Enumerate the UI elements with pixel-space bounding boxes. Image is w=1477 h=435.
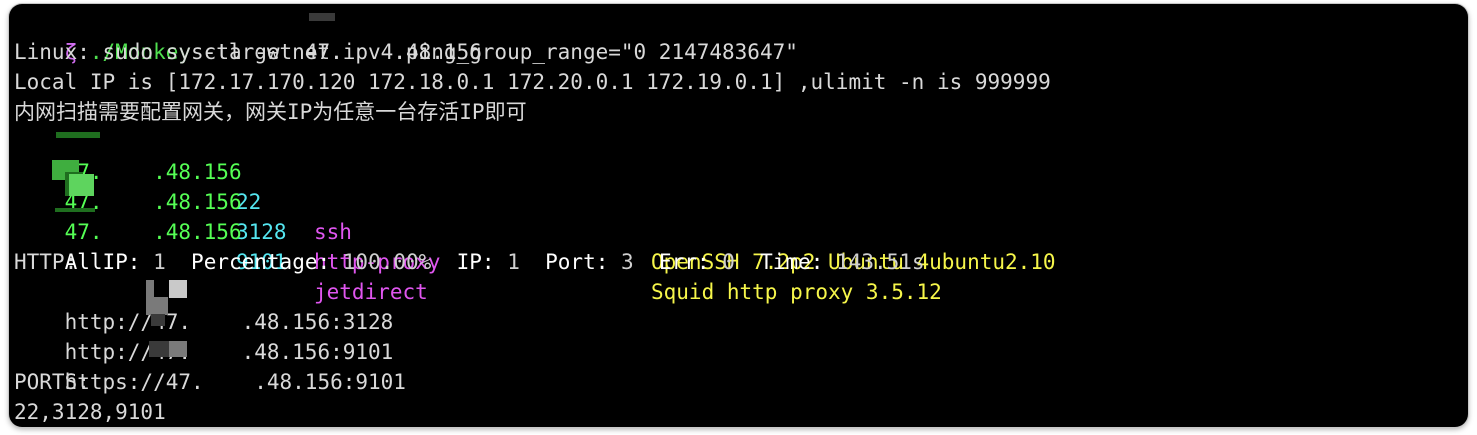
result-row: 47. .48.156 9101 jetdirect (14, 187, 1454, 304)
time-label: Time: (760, 250, 824, 274)
redacted-ip-block (169, 280, 187, 298)
summary-line: AllIP: 1 Percentage: 100.00% IP: 1 Port:… (14, 217, 925, 274)
gateway-hint-line: 内网扫描需要配置网关，网关IP为任意一台存活IP即可 (14, 100, 527, 124)
result-row: 47. .48.156 22 ssh OpenSSH 7.2p2 Ubuntu … (14, 127, 1454, 274)
url-suffix: .48.156:9101 (254, 370, 406, 394)
redacted-ip-block (309, 13, 335, 21)
err-value: 0 (722, 250, 735, 274)
err-label: Err: (658, 250, 710, 274)
redacted-ip-block (169, 341, 187, 357)
redacted-ip-block (146, 297, 168, 315)
terminal-window[interactable]: ζ ./Monkey -target 47. .48.156 Linux: su… (9, 4, 1468, 427)
ip-count-label: IP: (456, 250, 495, 274)
redacted-ip-block (56, 132, 100, 138)
port-count-value: 3 (621, 250, 634, 274)
sysctl-line: Linux: sudo sysctl -w net.ipv4.ping_grou… (14, 40, 798, 64)
port-count-label: Port: (545, 250, 609, 274)
ports-list: 22,3128,9101 (14, 400, 166, 424)
percentage-value: 100.00% (342, 250, 432, 274)
allip-value: 1 (153, 250, 166, 274)
local-ip-line: Local IP is [172.17.170.120 172.18.0.1 1… (14, 70, 1051, 94)
time-value: 143.51s (836, 250, 925, 274)
redacted-ip-block (55, 208, 95, 212)
redacted-ip-block (149, 341, 171, 357)
http-url: http://47. .48.156:9101 (14, 307, 394, 364)
percentage-label: Percentage: (191, 250, 331, 274)
ip-count-value: 1 (507, 250, 520, 274)
http-url: https://47. .48.156:9101 (14, 337, 406, 394)
result-row: 47. .48.156 3128 http-proxy Squid http p… (14, 157, 1454, 304)
http-header: HTTP: (14, 250, 78, 274)
command-line: ζ ./Monkey -target 47. .48.156 (14, 7, 482, 64)
redacted-ip-block (151, 314, 165, 326)
http-url: http://47. .48.156:3128 (14, 277, 394, 334)
ports-header: PORTS: (14, 370, 90, 394)
result-version: Squid http proxy 3.5.12 (651, 280, 942, 304)
